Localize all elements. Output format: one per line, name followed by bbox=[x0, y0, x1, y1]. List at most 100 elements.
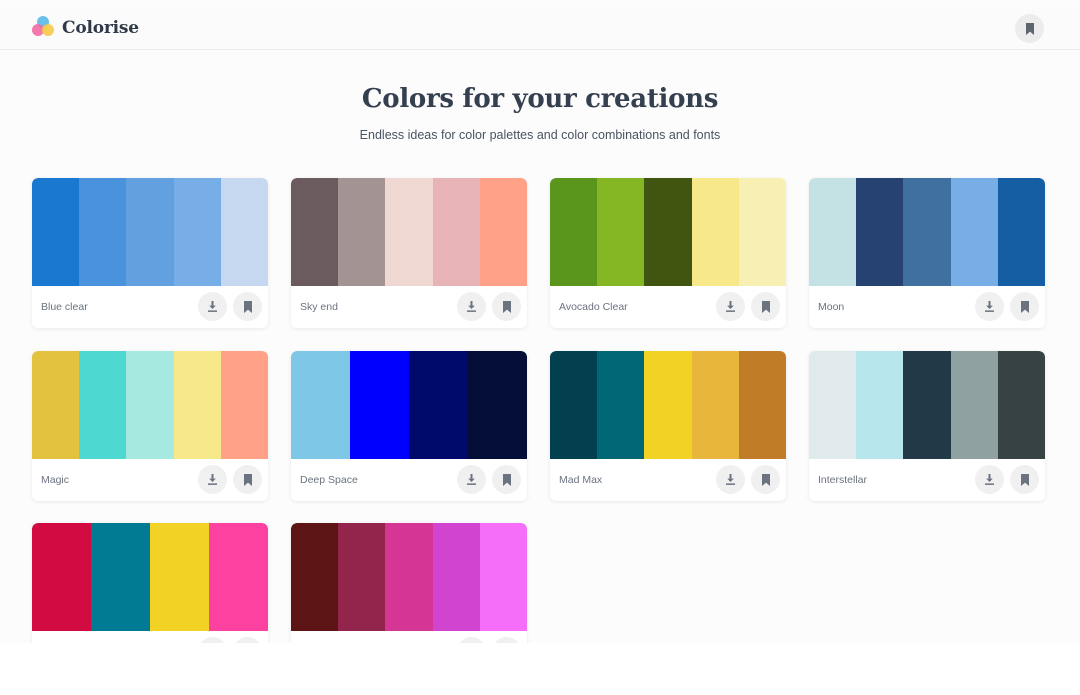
color-swatch[interactable] bbox=[173, 351, 221, 459]
color-swatch[interactable] bbox=[220, 351, 268, 459]
palette-card[interactable]: Moon bbox=[809, 178, 1045, 328]
color-swatch[interactable] bbox=[79, 351, 127, 459]
color-swatch[interactable] bbox=[691, 178, 739, 286]
color-swatch[interactable] bbox=[597, 178, 645, 286]
color-swatch[interactable] bbox=[691, 351, 739, 459]
bookmark-button[interactable] bbox=[1010, 465, 1039, 494]
color-swatch[interactable] bbox=[644, 178, 692, 286]
color-swatch[interactable] bbox=[468, 351, 527, 459]
bookmark-button[interactable] bbox=[492, 637, 521, 643]
color-swatch[interactable] bbox=[856, 351, 904, 459]
color-swatch[interactable] bbox=[809, 351, 857, 459]
bookmark-button[interactable] bbox=[492, 465, 521, 494]
color-swatch[interactable] bbox=[409, 351, 468, 459]
palette-card[interactable] bbox=[32, 523, 268, 643]
palette-card[interactable]: Magic bbox=[32, 351, 268, 501]
color-swatch[interactable] bbox=[338, 178, 386, 286]
color-swatch[interactable] bbox=[550, 351, 598, 459]
color-swatch[interactable] bbox=[385, 523, 433, 631]
color-swatch[interactable] bbox=[432, 523, 480, 631]
color-swatch[interactable] bbox=[903, 178, 951, 286]
color-swatch[interactable] bbox=[479, 523, 527, 631]
saved-palettes-button[interactable] bbox=[1015, 14, 1044, 43]
palette-swatches[interactable] bbox=[550, 178, 786, 286]
download-button[interactable] bbox=[716, 292, 745, 321]
bookmark-button[interactable] bbox=[751, 465, 780, 494]
color-swatch[interactable] bbox=[173, 178, 221, 286]
logo-icon[interactable] bbox=[32, 16, 56, 40]
color-swatch[interactable] bbox=[220, 178, 268, 286]
download-icon bbox=[208, 301, 217, 312]
color-swatch[interactable] bbox=[338, 523, 386, 631]
color-swatch[interactable] bbox=[479, 178, 527, 286]
page-subtitle: Endless ideas for color palettes and col… bbox=[359, 128, 721, 142]
bookmark-button[interactable] bbox=[1010, 292, 1039, 321]
palette-swatches[interactable] bbox=[809, 351, 1045, 459]
palette-name: Moon bbox=[818, 301, 845, 313]
color-swatch[interactable] bbox=[856, 178, 904, 286]
palette-swatches[interactable] bbox=[809, 178, 1045, 286]
download-button[interactable] bbox=[198, 637, 227, 643]
color-swatch[interactable] bbox=[32, 178, 80, 286]
color-swatch[interactable] bbox=[91, 523, 150, 631]
bookmark-button[interactable] bbox=[492, 292, 521, 321]
palette-card[interactable]: Interstellar bbox=[809, 351, 1045, 501]
palette-swatches[interactable] bbox=[32, 523, 268, 631]
bookmark-button[interactable] bbox=[233, 292, 262, 321]
palette-swatches[interactable] bbox=[550, 351, 786, 459]
bookmark-button[interactable] bbox=[233, 637, 262, 643]
color-swatch[interactable] bbox=[738, 178, 786, 286]
palette-card[interactable]: Sky end bbox=[291, 178, 527, 328]
download-button[interactable] bbox=[198, 292, 227, 321]
palette-card[interactable] bbox=[291, 523, 527, 643]
palette-swatches[interactable] bbox=[291, 523, 527, 631]
download-button[interactable] bbox=[457, 637, 486, 643]
color-swatch[interactable] bbox=[950, 178, 998, 286]
color-swatch[interactable] bbox=[997, 178, 1045, 286]
brand-name[interactable]: Colorise bbox=[62, 18, 139, 38]
color-swatch[interactable] bbox=[291, 178, 339, 286]
color-swatch[interactable] bbox=[644, 351, 692, 459]
color-swatch[interactable] bbox=[950, 351, 998, 459]
color-swatch[interactable] bbox=[32, 351, 80, 459]
page-viewport: Colorise Colors for your creations Endle… bbox=[0, 0, 1080, 643]
palette-card-footer bbox=[291, 631, 527, 643]
color-swatch[interactable] bbox=[79, 178, 127, 286]
color-swatch[interactable] bbox=[550, 178, 598, 286]
download-button[interactable] bbox=[975, 292, 1004, 321]
color-swatch[interactable] bbox=[291, 523, 339, 631]
bookmark-icon bbox=[761, 300, 770, 313]
bookmark-button[interactable] bbox=[233, 465, 262, 494]
color-swatch[interactable] bbox=[150, 523, 209, 631]
bookmark-button[interactable] bbox=[751, 292, 780, 321]
color-swatch[interactable] bbox=[32, 523, 91, 631]
color-swatch[interactable] bbox=[809, 178, 857, 286]
palette-card[interactable]: Deep Space bbox=[291, 351, 527, 501]
download-button[interactable] bbox=[457, 292, 486, 321]
palette-card[interactable]: Blue clear bbox=[32, 178, 268, 328]
palette-swatches[interactable] bbox=[32, 178, 268, 286]
palette-card[interactable]: Avocado Clear bbox=[550, 178, 786, 328]
download-button[interactable] bbox=[198, 465, 227, 494]
color-swatch[interactable] bbox=[597, 351, 645, 459]
color-swatch[interactable] bbox=[209, 523, 268, 631]
bookmark-icon bbox=[243, 473, 252, 486]
palette-swatches[interactable] bbox=[291, 178, 527, 286]
color-swatch[interactable] bbox=[350, 351, 409, 459]
color-swatch[interactable] bbox=[291, 351, 350, 459]
palette-card[interactable]: Mad Max bbox=[550, 351, 786, 501]
color-swatch[interactable] bbox=[997, 351, 1045, 459]
color-swatch[interactable] bbox=[126, 178, 174, 286]
color-swatch[interactable] bbox=[432, 178, 480, 286]
palette-card-footer: Avocado Clear bbox=[550, 286, 786, 328]
color-swatch[interactable] bbox=[385, 178, 433, 286]
color-swatch[interactable] bbox=[903, 351, 951, 459]
palette-swatches[interactable] bbox=[32, 351, 268, 459]
download-button[interactable] bbox=[457, 465, 486, 494]
palette-swatches[interactable] bbox=[291, 351, 527, 459]
color-swatch[interactable] bbox=[126, 351, 174, 459]
download-button[interactable] bbox=[716, 465, 745, 494]
download-button[interactable] bbox=[975, 465, 1004, 494]
palette-name: Blue clear bbox=[41, 301, 88, 313]
color-swatch[interactable] bbox=[738, 351, 786, 459]
